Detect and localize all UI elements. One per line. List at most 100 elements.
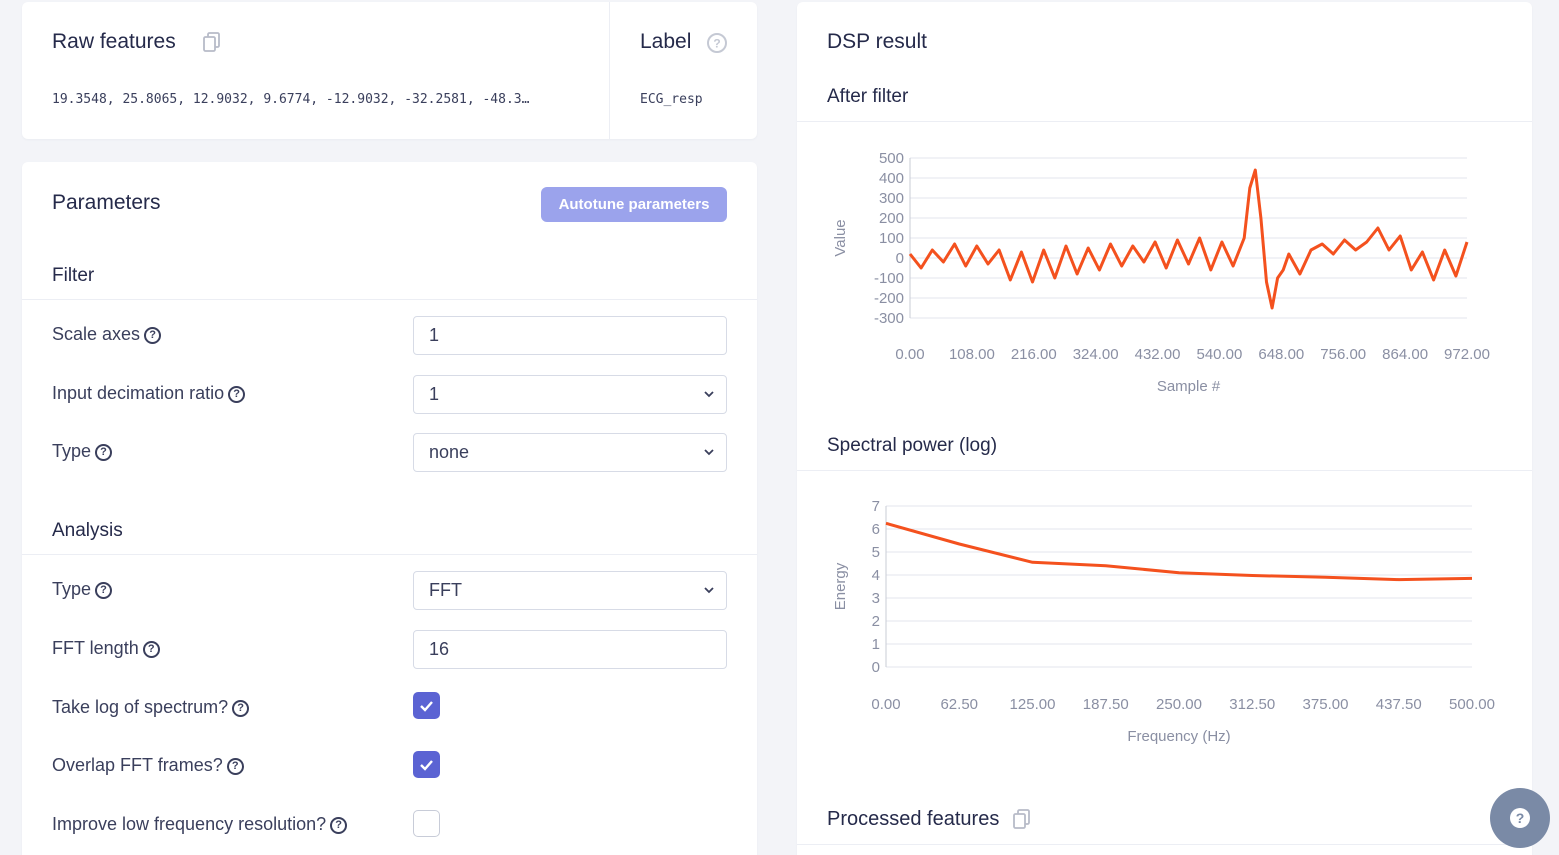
analysis-divider bbox=[22, 554, 757, 555]
series-line bbox=[885, 521, 1473, 582]
x-tick-label: 125.00 bbox=[1010, 696, 1056, 713]
low-freq-label: Improve low frequency resolution?? bbox=[52, 814, 348, 835]
log-spectrum-checkbox[interactable] bbox=[413, 692, 440, 719]
fft-length-input[interactable]: 16 bbox=[413, 630, 727, 669]
x-tick-label: 540.00 bbox=[1196, 346, 1242, 363]
y-tick-label: -300 bbox=[874, 310, 904, 327]
x-tick-label: 108.00 bbox=[949, 346, 995, 363]
parameters-card: Parameters Autotune parameters Filter Sc… bbox=[22, 162, 757, 855]
y-axis-label: Energy bbox=[832, 562, 849, 610]
low-freq-checkbox[interactable] bbox=[413, 810, 440, 837]
after-filter-divider bbox=[797, 121, 1532, 122]
y-tick-label: 1 bbox=[872, 636, 880, 653]
filter-section-title: Filter bbox=[52, 265, 95, 286]
svg-text:?: ? bbox=[1516, 810, 1525, 826]
x-tick-label: 324.00 bbox=[1073, 346, 1119, 363]
processed-features-title: Processed features bbox=[827, 808, 1000, 830]
y-tick-label: 0 bbox=[872, 659, 880, 676]
label-value: ECG_resp bbox=[640, 92, 703, 107]
analysis-type-select[interactable]: FFT bbox=[413, 571, 727, 610]
help-icon[interactable]: ? bbox=[142, 640, 160, 658]
raw-features-values: 19.3548, 25.8065, 12.9032, 9.6774, -12.9… bbox=[52, 92, 530, 107]
y-tick-label: 500 bbox=[879, 150, 904, 167]
x-tick-label: 375.00 bbox=[1303, 696, 1349, 713]
filter-type-value: none bbox=[429, 442, 470, 462]
help-icon[interactable]: ? bbox=[95, 443, 113, 461]
x-tick-label: 500.00 bbox=[1449, 696, 1495, 713]
decimation-label-text: Input decimation ratio bbox=[52, 383, 225, 403]
scale-axes-input[interactable]: 1 bbox=[413, 316, 727, 355]
analysis-section-title: Analysis bbox=[52, 520, 123, 541]
filter-type-select[interactable]: none bbox=[413, 433, 727, 472]
analysis-type-label-text: Type bbox=[52, 579, 92, 599]
x-tick-label: 0.00 bbox=[871, 696, 900, 713]
help-icon[interactable]: ? bbox=[226, 757, 244, 775]
chevron-down-icon bbox=[704, 587, 714, 594]
y-tick-label: -200 bbox=[874, 290, 904, 307]
filter-type-label: Type? bbox=[52, 441, 113, 462]
help-icon[interactable]: ? bbox=[330, 816, 348, 834]
y-tick-label: 3 bbox=[872, 590, 880, 607]
x-tick-label: 312.50 bbox=[1229, 696, 1275, 713]
label-title: Label bbox=[640, 30, 692, 53]
help-icon[interactable]: ? bbox=[228, 385, 246, 403]
overlap-checkbox[interactable] bbox=[413, 751, 440, 778]
x-tick-label: 864.00 bbox=[1382, 346, 1428, 363]
x-tick-label: 648.00 bbox=[1258, 346, 1304, 363]
filter-type-label-text: Type bbox=[52, 441, 92, 461]
chevron-down-icon bbox=[704, 449, 714, 456]
y-tick-label: 200 bbox=[879, 210, 904, 227]
help-icon[interactable]: ? bbox=[95, 581, 113, 599]
fft-length-value: 16 bbox=[429, 639, 450, 659]
y-tick-label: -100 bbox=[874, 270, 904, 287]
scale-axes-label-text: Scale axes bbox=[52, 324, 141, 344]
spectral-power-title: Spectral power (log) bbox=[827, 435, 998, 456]
chevron-down-icon bbox=[704, 391, 714, 398]
decimation-value: 1 bbox=[429, 384, 440, 404]
svg-text:?: ? bbox=[713, 37, 720, 51]
y-tick-label: 5 bbox=[872, 544, 880, 561]
x-tick-label: 432.00 bbox=[1135, 346, 1181, 363]
y-tick-label: 2 bbox=[872, 613, 880, 630]
y-tick-label: 4 bbox=[872, 567, 880, 584]
x-tick-label: 972.00 bbox=[1444, 346, 1490, 363]
y-tick-label: 300 bbox=[879, 190, 904, 207]
overlap-label: Overlap FFT frames?? bbox=[52, 755, 244, 776]
help-icon[interactable]: ? bbox=[144, 326, 162, 344]
x-axis-label: Sample # bbox=[1157, 378, 1221, 395]
help-button[interactable]: ? bbox=[1490, 788, 1550, 848]
after-filter-title: After filter bbox=[827, 86, 909, 107]
processed-divider bbox=[797, 844, 1532, 845]
y-tick-label: 0 bbox=[896, 250, 904, 267]
raw-features-title: Raw features bbox=[52, 30, 176, 53]
fft-length-label-text: FFT length bbox=[52, 638, 139, 658]
x-tick-label: 437.50 bbox=[1376, 696, 1422, 713]
y-tick-label: 6 bbox=[872, 521, 880, 538]
dsp-result-card: DSP result After filter 500 400 300 200 100 0… bbox=[797, 2, 1532, 855]
x-axis-label: Frequency (Hz) bbox=[1127, 728, 1230, 745]
fft-length-label: FFT length? bbox=[52, 638, 160, 659]
x-tick-label: 187.50 bbox=[1083, 696, 1129, 713]
parameters-title: Parameters bbox=[52, 191, 161, 214]
help-icon[interactable]: ? bbox=[706, 32, 728, 54]
y-tick-label: 400 bbox=[879, 170, 904, 187]
checkmark-icon bbox=[420, 701, 433, 712]
copy-icon[interactable] bbox=[1012, 808, 1032, 830]
x-tick-label: 216.00 bbox=[1011, 346, 1057, 363]
analysis-type-value: FFT bbox=[429, 580, 462, 600]
copy-icon[interactable] bbox=[202, 31, 222, 53]
log-spectrum-label-text: Take log of spectrum? bbox=[52, 697, 229, 717]
raw-features-divider bbox=[609, 2, 610, 139]
help-icon[interactable]: ? bbox=[232, 699, 250, 717]
filter-divider bbox=[22, 299, 757, 300]
raw-features-card: Raw features 19.3548, 25.8065, 12.9032, … bbox=[22, 2, 757, 139]
autotune-button[interactable]: Autotune parameters bbox=[541, 187, 727, 222]
scale-axes-value: 1 bbox=[429, 325, 440, 345]
x-tick-label: 756.00 bbox=[1320, 346, 1366, 363]
checkmark-icon bbox=[420, 760, 433, 771]
spectral-divider bbox=[797, 470, 1532, 471]
analysis-type-label: Type? bbox=[52, 579, 113, 600]
y-tick-label: 7 bbox=[872, 498, 880, 515]
decimation-select[interactable]: 1 bbox=[413, 375, 727, 414]
y-tick-label: 100 bbox=[879, 230, 904, 247]
